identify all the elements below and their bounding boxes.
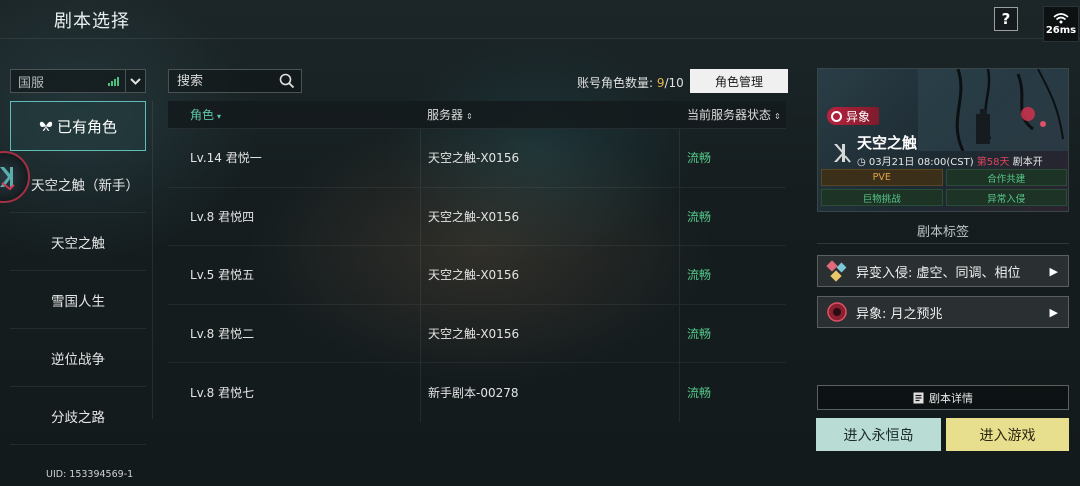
banner-tag: PVE	[821, 169, 943, 186]
clock-icon: ◷	[857, 157, 866, 168]
sidebar-item-label: 分歧之路	[51, 409, 105, 426]
sidebar-item-label: 已有角色	[56, 117, 117, 136]
banner-title: 天空之触	[857, 134, 918, 152]
script-tags-divider	[817, 243, 1069, 244]
sidebar-item-existing-roles[interactable]: 已有角色	[10, 101, 146, 151]
sort-icon: ⇕	[774, 112, 781, 121]
enter-game-button[interactable]: 进入游戏	[946, 418, 1069, 451]
moon-omen-icon	[827, 302, 847, 322]
status-cell: 流畅	[687, 151, 712, 166]
server-cell: 天空之触-X0156	[420, 246, 680, 304]
status-cell: 流畅	[687, 209, 712, 224]
help-button[interactable]: ?	[994, 7, 1018, 31]
chevron-right-icon: ▶	[1049, 305, 1058, 319]
table-row[interactable]: Lv.5 君悦五 天空之触-X0156 流畅	[168, 246, 786, 305]
server-cell: 新手剧本-00278	[420, 363, 680, 422]
role-management-button[interactable]: 角色管理	[690, 69, 788, 93]
column-header-server[interactable]: 服务器 ⇕	[420, 106, 680, 123]
document-icon	[913, 392, 924, 403]
banner-artwork	[918, 69, 1068, 151]
user-id: UID: 153394569-1	[46, 469, 134, 480]
banner-time-row: ◷ 03月21日 08:00(CST) 第58天 剧本开	[857, 153, 1043, 168]
roles-table: 角色 ▾ 服务器 ⇕ 当前服务器状态 ⇕ Lv.14 君悦一 天空之触-X0156 流…	[168, 101, 786, 422]
enter-eternal-island-button[interactable]: 进入永恒岛	[816, 418, 941, 451]
table-header: 角色 ▾ 服务器 ⇕ 当前服务器状态 ⇕	[168, 101, 786, 129]
sidebar-divider	[152, 101, 153, 419]
mutation-icon	[826, 260, 847, 282]
page-title: 剧本选择	[54, 11, 130, 32]
chevron-right-icon: ▶	[1049, 264, 1058, 278]
sidebar-item-label: 天空之触（新手）	[31, 177, 139, 194]
status-cell: 流畅	[687, 386, 712, 401]
script-sidebar: 已有角色 天空之触（新手） 天空之触 雪国人生 逆位战争 分歧之路	[10, 101, 146, 445]
sort-desc-icon: ▾	[217, 112, 222, 121]
table-row[interactable]: Lv.8 君悦四 天空之触-X0156 流畅	[168, 187, 786, 247]
account-count-label: 账号角色数量:	[577, 76, 657, 90]
column-header-status[interactable]: 当前服务器状态 ⇕	[680, 106, 786, 123]
chevron-down-icon[interactable]	[125, 70, 145, 92]
sidebar-item-skytouch-newbie[interactable]: 天空之触（新手）	[10, 155, 146, 213]
wifi-icon	[1053, 12, 1069, 23]
account-count-current: 9	[656, 76, 665, 90]
role-cell: Lv.8 君悦七	[190, 386, 255, 401]
search-icon[interactable]	[279, 73, 295, 89]
header-divider	[0, 38, 1080, 39]
account-count-max: /10	[664, 76, 684, 90]
script-tags-title: 剧本标签	[916, 225, 969, 240]
status-cell: 流畅	[687, 268, 712, 283]
server-cell: 天空之触-X0156	[420, 129, 680, 187]
role-cell: Lv.14 君悦一	[190, 151, 262, 166]
banner-tag: 合作共建	[945, 169, 1067, 186]
script-banner[interactable]: 异象 天空之触 ◷ 03月21日 08:00(CST) 第58天 剧本开 PVE…	[817, 68, 1069, 212]
sidebar-item-label: 逆位战争	[51, 351, 105, 368]
banner-days: 第58天	[976, 157, 1010, 168]
banner-time: 03月21日 08:00(CST)	[868, 157, 974, 168]
role-cell: Lv.8 君悦二	[190, 327, 255, 342]
table-row[interactable]: Lv.8 君悦七 新手剧本-00278 流畅	[168, 363, 786, 422]
status-cell: 流畅	[687, 327, 712, 342]
ping-value: 26ms	[1045, 24, 1077, 36]
role-cell: Lv.8 君悦四	[190, 209, 255, 224]
script-tag-anomaly-moon[interactable]: 异象: 月之预兆 ▶	[817, 296, 1069, 328]
column-header-role[interactable]: 角色 ▾	[168, 106, 420, 123]
table-row[interactable]: Lv.14 君悦一 天空之触-X0156 流畅	[168, 129, 786, 188]
anomaly-badge: 异象	[827, 107, 880, 125]
script-tag-label: 异变入侵: 虚空、同调、相位	[856, 265, 1021, 281]
banner-tag-grid: PVE 合作共建 巨物挑战 异常入侵	[821, 169, 1067, 206]
banner-tag: 巨物挑战	[821, 189, 943, 206]
region-label: 国服	[18, 75, 45, 91]
sidebar-item-label: 雪国人生	[51, 293, 105, 310]
sidebar-item-skytouch[interactable]: 天空之触	[10, 213, 146, 271]
sidebar-item-divergent-path[interactable]: 分歧之路	[10, 387, 146, 445]
sidebar-item-reverse-war[interactable]: 逆位战争	[10, 329, 146, 387]
script-tag-mutation-invasion[interactable]: 异变入侵: 虚空、同调、相位 ▶	[817, 255, 1069, 287]
script-logo-icon	[834, 144, 851, 163]
butterfly-icon	[39, 121, 53, 131]
script-tag-label: 异象: 月之预兆	[856, 306, 943, 322]
server-cell: 天空之触-X0156	[420, 304, 680, 363]
search-input[interactable]	[177, 73, 279, 89]
server-cell: 天空之触-X0156	[420, 187, 680, 246]
network-ping-indicator: 26ms	[1043, 6, 1079, 42]
sidebar-item-snow-life[interactable]: 雪国人生	[10, 271, 146, 329]
table-row[interactable]: Lv.8 君悦二 天空之触-X0156 流畅	[168, 304, 786, 364]
banner-tag: 异常入侵	[945, 189, 1067, 206]
role-cell: Lv.5 君悦五	[190, 268, 255, 283]
region-select[interactable]: 国服	[10, 69, 146, 93]
sort-icon: ⇕	[466, 112, 473, 121]
account-role-count: 账号角色数量: 9/10	[577, 74, 684, 91]
signal-strength-icon	[108, 76, 119, 86]
sidebar-item-label: 天空之触	[51, 235, 105, 252]
search-box[interactable]	[168, 69, 302, 93]
script-details-button[interactable]: 剧本详情	[817, 385, 1069, 410]
banner-suffix: 剧本开	[1012, 157, 1043, 168]
anomaly-icon	[831, 110, 842, 122]
